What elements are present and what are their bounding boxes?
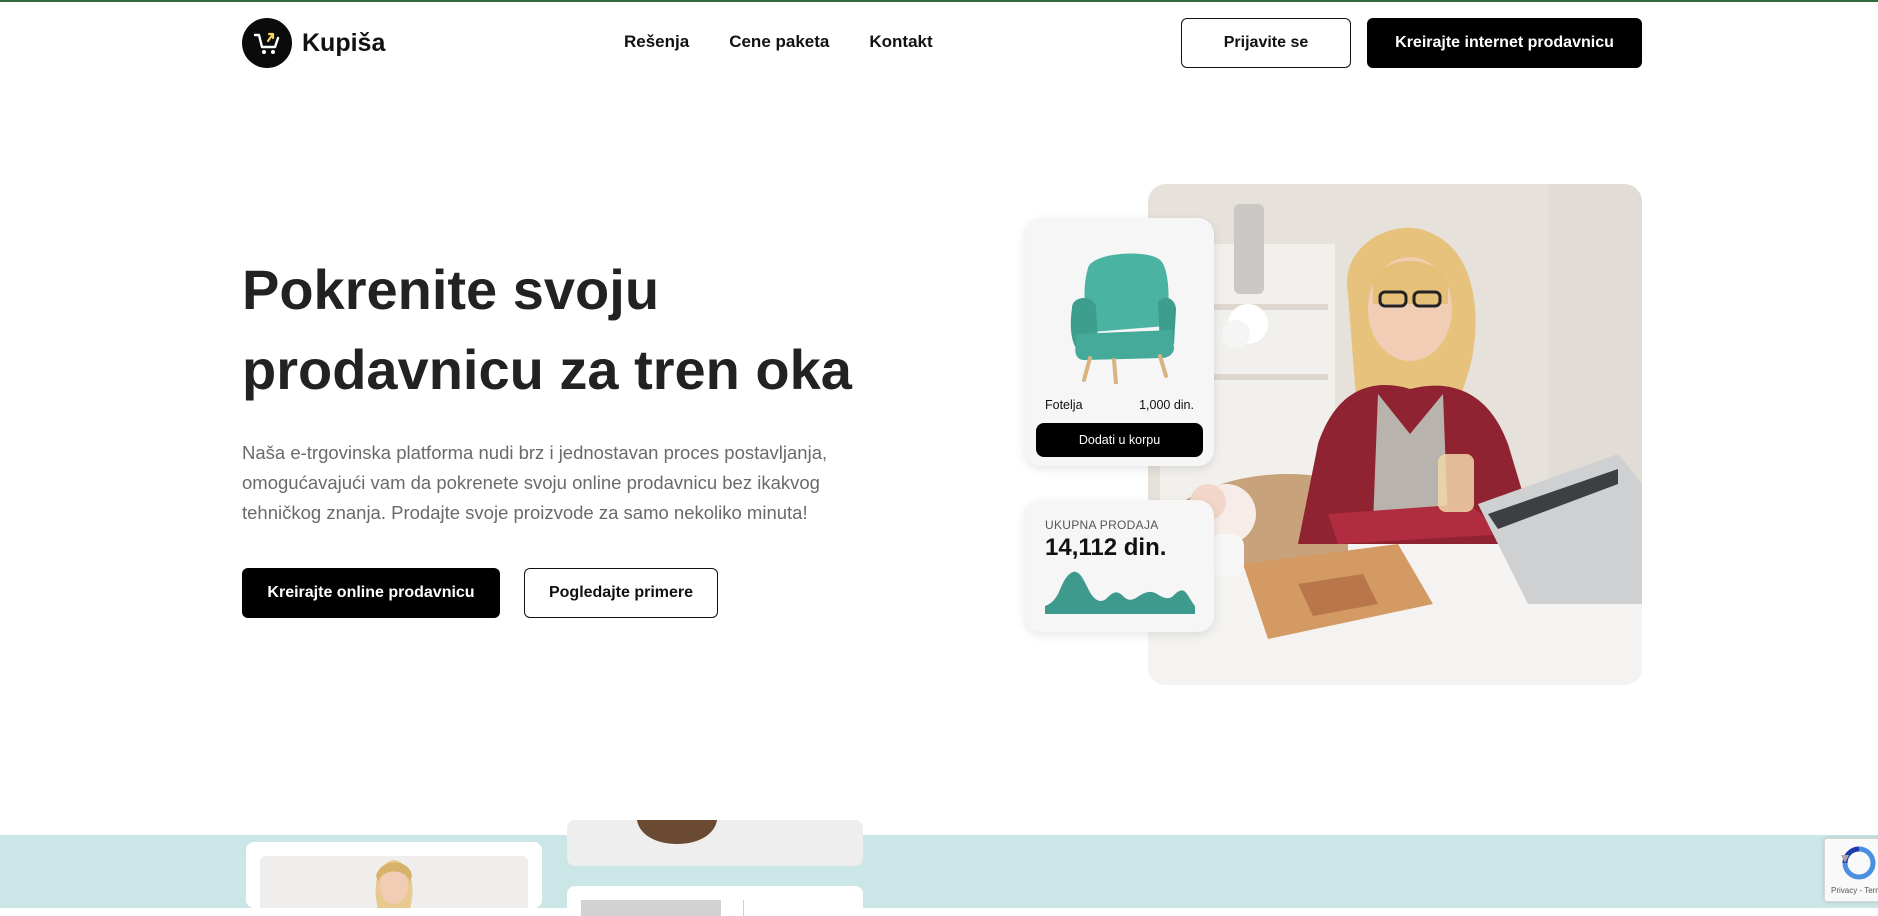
showcase-tile-product[interactable] (567, 820, 863, 866)
tile-image (260, 856, 528, 908)
shopping-cart-icon (242, 18, 292, 68)
armchair-image (1070, 253, 1176, 384)
hero-title-line-2: prodavnicu za tren oka (242, 338, 852, 401)
hero-photo (1148, 184, 1642, 685)
main-nav: Rešenja Cene paketa Kontakt (624, 32, 973, 52)
showcase-tile-interior[interactable] (567, 886, 863, 916)
nav-item-cene-paketa[interactable]: Cene paketa (729, 32, 829, 52)
sales-sparkline (1045, 571, 1195, 614)
recaptcha-icon (1841, 846, 1876, 880)
tile-image (637, 820, 717, 844)
nav-item-resenja[interactable]: Rešenja (624, 32, 689, 52)
hero-description: Naša e-trgovinska platforma nudi brz i j… (242, 442, 828, 523)
total-sales-label: UKUPNA PRODAJA (1045, 518, 1159, 532)
tile-image (581, 900, 721, 916)
nav-item-kontakt[interactable]: Kontakt (869, 32, 932, 52)
hero-title-line-1: Pokrenite svoju (242, 258, 660, 321)
create-online-store-button[interactable]: Kreirajte online prodavnicu (242, 568, 500, 618)
login-button[interactable]: Prijavite se (1181, 18, 1351, 68)
recaptcha-badge[interactable]: Privacy - Terms (1824, 838, 1878, 902)
create-store-header-button[interactable]: Kreirajte internet prodavnicu (1367, 18, 1642, 68)
hero-title: Pokrenite svoju prodavnicu za tren oka (242, 250, 942, 410)
product-price: 1,000 din. (1139, 398, 1194, 412)
product-name: Fotelja (1045, 398, 1083, 412)
sales-card: UKUPNA PRODAJA 14,112 din. (1025, 500, 1214, 632)
product-card: Fotelja 1,000 din. Dodati u korpu (1025, 218, 1214, 466)
view-examples-button[interactable]: Pogledajte primere (524, 568, 718, 618)
brand-logo[interactable]: Kupiša (242, 18, 385, 68)
add-to-cart-button[interactable]: Dodati u korpu (1036, 423, 1203, 457)
showcase-tile-fashion[interactable] (246, 842, 542, 908)
top-accent-line (0, 0, 1878, 2)
total-sales-value: 14,112 din. (1045, 534, 1167, 561)
recaptcha-privacy-terms[interactable]: Privacy - Terms (1831, 886, 1878, 895)
tile-divider (743, 900, 744, 916)
brand-name: Kupiša (302, 28, 386, 57)
